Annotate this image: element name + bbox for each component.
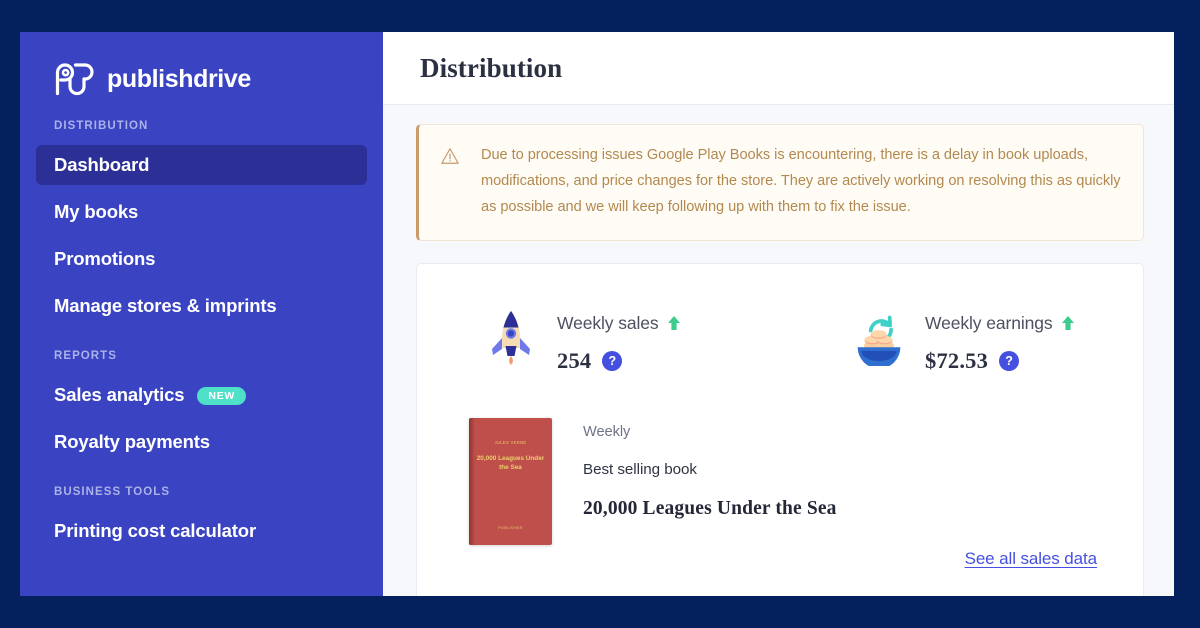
stat-value-row: 254 ? [557,348,681,374]
sidebar-item-label: Sales analytics [54,384,185,405]
help-icon-weekly-earnings[interactable]: ? [999,350,1020,371]
rocket-icon [492,310,530,365]
stats-row: Weekly sales 254 ? Weekly earnings $72.5… [461,308,1097,374]
top-bar: Distribution [383,32,1174,105]
content-area: Due to processing issues Google Play Boo… [383,105,1174,596]
publishdrive-logo-icon [55,63,94,96]
sidebar-item-my-books[interactable]: My books [36,192,367,232]
main-content: Distribution Due to processing issues Go… [383,32,1174,596]
trend-up-arrow-icon [1061,316,1074,331]
book-period-label: Weekly [583,423,631,440]
stat-label: Weekly sales [557,312,659,333]
nav-section-label-distribution: DISTRIBUTION [54,120,149,132]
book-meta: Weekly Best selling book 20,000 Leagues … [583,418,837,545]
sidebar-item-manage-stores-imprints[interactable]: Manage stores & imprints [36,286,367,326]
sidebar-item-label: Dashboard [54,154,150,175]
stat-label-row: Weekly sales [557,313,681,334]
alert-banner: Due to processing issues Google Play Boo… [416,124,1144,241]
sales-summary-card: Weekly sales 254 ? Weekly earnings $72.5… [416,262,1144,596]
sidebar-item-label: My books [54,201,139,222]
sidebar-item-sales-analytics[interactable]: Sales analytics NEW [36,375,367,415]
sidebar-item-label: Printing cost calculator [54,520,256,541]
brand-logo[interactable]: publishdrive [20,32,383,104]
status-badge-new: NEW [197,386,247,406]
sidebar-item-royalty-payments[interactable]: Royalty payments [36,422,367,462]
book-cover-title: 20,000 Leagues Under the Sea [476,454,545,472]
book-cover-image[interactable]: JULES VERNE 20,000 Leagues Under the Sea… [469,417,552,545]
stat-value-row: $72.53 ? [925,348,1075,374]
book-cover-author: JULES VERNE [494,439,527,445]
book-cover-publisher: PUBLISHER [498,524,523,530]
book-title: 20,000 Leagues Under the Sea [583,497,837,519]
sidebar-item-label: Royalty payments [54,431,210,452]
trend-up-arrow-icon [667,316,680,331]
warning-triangle-icon [441,148,459,164]
help-icon-weekly-sales[interactable]: ? [602,350,623,371]
stat-value-weekly-sales: 254 [557,347,592,373]
coins-refresh-icon [857,315,901,366]
stat-label-row: Weekly earnings [925,313,1075,334]
card-footer: See all sales data [965,549,1098,569]
nav-section-label-business-tools: BUSINESS TOOLS [54,486,171,498]
stat-label: Weekly earnings [925,312,1053,333]
brand-name: publishdrive [107,64,251,93]
stat-weekly-earnings: Weekly earnings $72.53 ? [841,308,1075,374]
sidebar: publishdrive DISTRIBUTION Dashboard My b… [20,32,383,596]
sidebar-item-label: Manage stores & imprints [54,295,277,316]
sidebar-item-label: Promotions [54,248,156,269]
stat-value-weekly-earnings: $72.53 [925,347,989,373]
page-title: Distribution [420,52,563,83]
alert-message: Due to processing issues Google Play Boo… [481,147,1121,215]
best-selling-book: JULES VERNE 20,000 Leagues Under the Sea… [461,417,1097,545]
nav-section-label-reports: REPORTS [54,350,117,362]
see-all-sales-data-link[interactable]: See all sales data [965,549,1098,568]
stat-weekly-sales: Weekly sales 254 ? [461,308,841,374]
book-caption-label: Best selling book [583,460,697,478]
sidebar-item-printing-cost-calculator[interactable]: Printing cost calculator [36,511,367,551]
sidebar-item-dashboard[interactable]: Dashboard [36,145,367,185]
sidebar-item-promotions[interactable]: Promotions [36,239,367,279]
app-window: publishdrive DISTRIBUTION Dashboard My b… [20,32,1174,596]
